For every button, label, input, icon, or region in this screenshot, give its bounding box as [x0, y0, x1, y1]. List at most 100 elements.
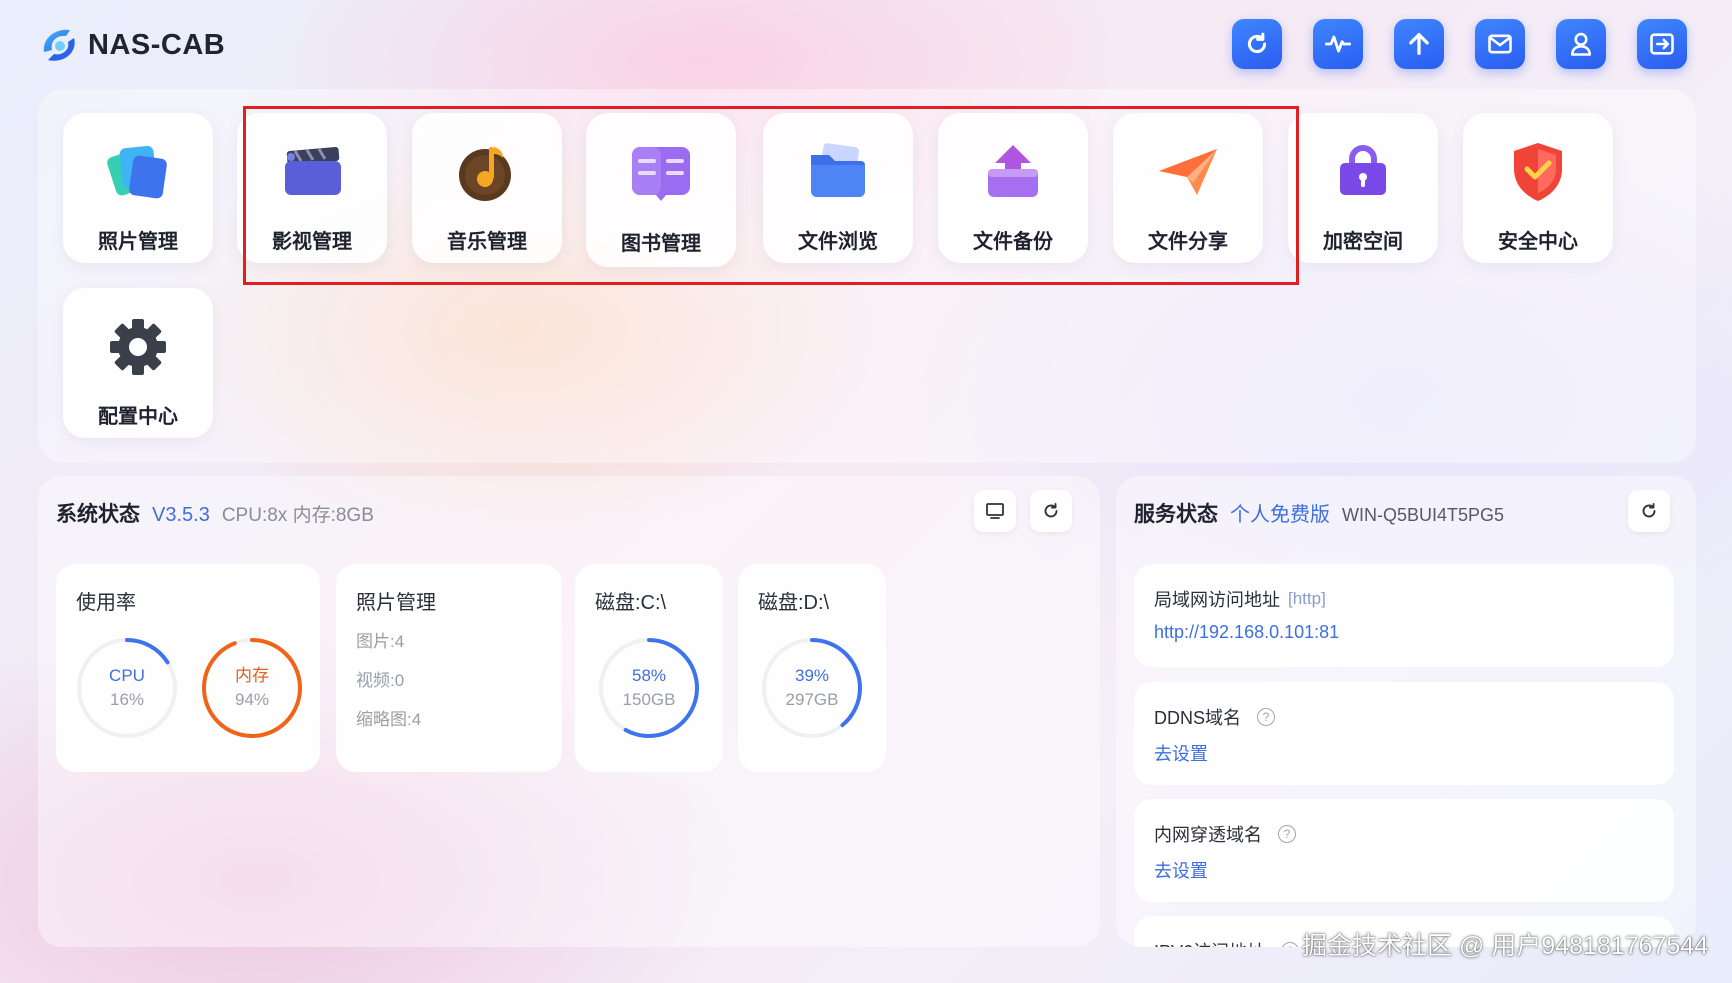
memory-gauge: 内存 94%	[200, 636, 304, 740]
app-tile-photos[interactable]: 照片管理	[63, 113, 213, 263]
app-tile-video[interactable]: 影视管理	[237, 113, 387, 263]
gear-icon	[110, 319, 166, 375]
app-label: 影视管理	[272, 231, 352, 253]
app-label: 照片管理	[98, 231, 178, 253]
upload-button[interactable]	[1394, 19, 1444, 69]
disk-d-card[interactable]: 磁盘:D:\ 39% 297GB	[738, 564, 886, 772]
help-icon[interactable]: ?	[1281, 942, 1300, 947]
tunnel-setup-link[interactable]: 去设置	[1154, 857, 1208, 883]
version-label: V3.5.3	[152, 504, 210, 526]
system-status-panel: 系统状态 V3.5.3 CPU:8x 内存:8GB 使用率 CPU 16% 内存…	[38, 476, 1100, 947]
ddns-label: DDNS域名 ?	[1154, 704, 1276, 730]
backup-box-icon	[988, 145, 1038, 197]
disk-c-size: 150GB	[622, 690, 676, 709]
system-status-header: 系统状态 V3.5.3 CPU:8x 内存:8GB	[56, 498, 374, 528]
help-icon[interactable]: ?	[1257, 708, 1276, 726]
monitor-button[interactable]	[1313, 19, 1363, 69]
folder-icon	[811, 143, 865, 197]
cpu-gauge: CPU 16%	[75, 636, 179, 740]
app-tile-books[interactable]: 图书管理	[586, 113, 736, 267]
edition-label: 个人免费版	[1230, 504, 1330, 526]
tunnel-label-text: 内网穿透域名	[1154, 825, 1262, 845]
photo-count: 图片:4	[356, 632, 405, 651]
video-count: 视频:0	[356, 671, 405, 690]
app-label: 图书管理	[621, 233, 701, 255]
app-tile-music[interactable]: 音乐管理	[412, 113, 562, 263]
protocol-tag: [http]	[1288, 589, 1326, 608]
music-note-icon	[459, 147, 511, 201]
disk-c-gauge: 58% 150GB	[597, 636, 701, 740]
system-specs: CPU:8x 内存:8GB	[221, 505, 374, 526]
service-status-panel: 服务状态 个人免费版 WIN-Q5BUI4T5PG5 局域网访问地址 [http…	[1116, 476, 1696, 947]
service-status-title: 服务状态	[1134, 503, 1218, 526]
messages-button[interactable]	[1475, 19, 1525, 69]
logout-button[interactable]	[1637, 19, 1687, 69]
host-name: WIN-Q5BUI4T5PG5	[1342, 505, 1505, 525]
ipv6-label-text: IPV6访问地址	[1154, 938, 1265, 947]
usage-card: 使用率 CPU 16% 内存 94%	[56, 564, 320, 772]
app-tile-security[interactable]: 安全中心	[1463, 113, 1613, 263]
ddns-setup-link[interactable]: 去设置	[1154, 740, 1208, 766]
disk-d-percent: 39%	[794, 666, 830, 685]
app-label: 音乐管理	[447, 231, 527, 253]
watermark: 掘金技术社区 @ 用户948181767544	[1302, 932, 1709, 960]
app-label: 文件分享	[1148, 231, 1228, 253]
lan-url-link[interactable]: http://192.168.0.101:81	[1154, 622, 1339, 643]
shield-check-icon	[1514, 143, 1562, 201]
paper-plane-icon	[1159, 149, 1217, 195]
lan-label-text: 局域网访问地址	[1154, 590, 1280, 610]
tunnel-card: 内网穿透域名 ? 去设置	[1134, 799, 1674, 902]
app-tile-share[interactable]: 文件分享	[1113, 113, 1263, 263]
refresh-button[interactable]	[1232, 19, 1282, 69]
memory-value: 94%	[234, 690, 270, 709]
app-label: 文件备份	[973, 231, 1053, 253]
usage-title: 使用率	[76, 592, 136, 614]
disk-c-percent: 58%	[631, 666, 667, 685]
photos-icon	[107, 145, 167, 199]
logo-icon	[36, 22, 82, 68]
refresh-icon	[1247, 32, 1267, 54]
photo-stats-title: 照片管理	[356, 592, 436, 614]
disk-c-title: 磁盘:C:\	[595, 592, 667, 614]
app-logo: NAS-CAB	[36, 22, 225, 68]
refresh-icon	[1642, 503, 1656, 518]
disk-d-gauge: 39% 297GB	[760, 636, 864, 740]
app-tile-files[interactable]: 文件浏览	[763, 113, 913, 263]
app-label: 加密空间	[1323, 231, 1403, 253]
logo-text: NAS-CAB	[88, 28, 226, 61]
top-toolbar	[1232, 19, 1687, 69]
ddns-label-text: DDNS域名	[1154, 708, 1242, 728]
tunnel-label: 内网穿透域名 ?	[1154, 821, 1296, 847]
cpu-label: CPU	[109, 666, 145, 685]
user-icon	[1570, 32, 1592, 56]
mail-icon	[1488, 34, 1512, 54]
service-status-header: 服务状态 个人免费版 WIN-Q5BUI4T5PG5	[1134, 498, 1504, 528]
help-icon[interactable]: ?	[1278, 825, 1296, 843]
service-refresh-button[interactable]	[1628, 490, 1670, 532]
memory-label: 内存	[235, 666, 269, 685]
ddns-card: DDNS域名 ? 去设置	[1134, 682, 1674, 785]
lan-address-label: 局域网访问地址 [http]	[1154, 586, 1326, 612]
logout-icon	[1650, 33, 1674, 55]
app-tile-settings[interactable]: 配置中心	[63, 288, 213, 438]
thumbnail-count: 缩略图:4	[356, 710, 422, 729]
book-icon	[632, 147, 690, 201]
system-refresh-button[interactable]	[1030, 490, 1072, 532]
lan-address-card: 局域网访问地址 [http] http://192.168.0.101:81	[1134, 564, 1674, 667]
refresh-icon	[1044, 503, 1058, 518]
app-tile-vault[interactable]: 加密空间	[1288, 113, 1438, 263]
clapperboard-icon	[285, 147, 341, 195]
ipv6-label: IPV6访问地址 ?	[1154, 938, 1300, 947]
system-status-title: 系统状态	[56, 503, 140, 526]
disk-c-card[interactable]: 磁盘:C:\ 58% 150GB	[575, 564, 723, 772]
upload-arrow-icon	[1409, 33, 1429, 55]
app-tile-backup[interactable]: 文件备份	[938, 113, 1088, 263]
user-button[interactable]	[1556, 19, 1606, 69]
photo-stats-card[interactable]: 照片管理 图片:4 视频:0 缩略图:4	[336, 564, 562, 772]
app-label: 安全中心	[1498, 231, 1578, 253]
cpu-value: 16%	[109, 690, 145, 709]
monitor-icon	[986, 503, 1004, 519]
disk-d-title: 磁盘:D:\	[758, 592, 830, 614]
screen-button[interactable]	[974, 490, 1016, 532]
app-label: 配置中心	[98, 406, 178, 428]
